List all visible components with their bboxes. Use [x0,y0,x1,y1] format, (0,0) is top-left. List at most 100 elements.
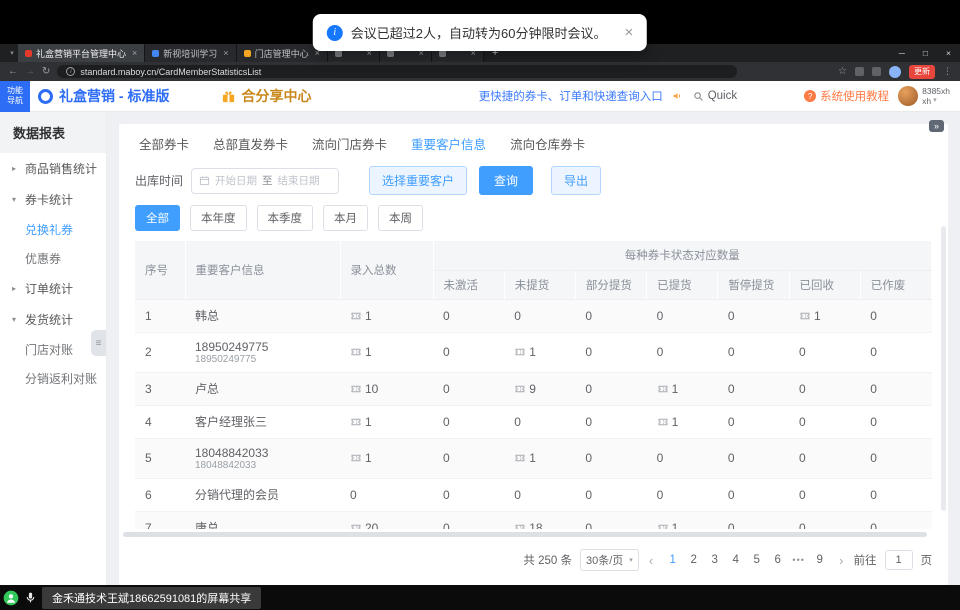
sidebar-item-shipping-stats[interactable]: ▾ 发货统计 [0,304,106,335]
address-input[interactable]: i standard.maboy.cn/CardMemberStatistics… [57,65,737,78]
tab-close-icon[interactable]: × [223,48,228,58]
count-cell[interactable]: 1 [504,332,575,372]
goto-page-input[interactable] [885,550,913,570]
page-number[interactable]: 4 [726,552,745,568]
site-info-icon[interactable]: i [66,67,75,76]
page-number[interactable]: 2 [684,552,703,568]
sidebar-item-distribution-rebate[interactable]: 分销返利对账 [0,364,106,393]
vertical-scrollbar[interactable] [941,226,946,511]
user-menu[interactable]: 8385xh xh ▾ [898,86,950,106]
count-cell[interactable]: 1 [340,299,433,332]
window-minimize-button[interactable]: ─ [890,44,914,62]
count-cell: 0 [504,478,575,511]
coupon-icon [514,383,526,395]
page-ellipsis[interactable]: ••• [789,553,808,567]
content-tab[interactable]: 重要客户信息 [411,134,486,153]
count-cell[interactable]: 1 [647,511,718,529]
sidebar-item-order-stats[interactable]: ▸ 订单统计 [0,273,106,304]
close-icon[interactable]: × [624,24,633,41]
sidebar-item-exchange-coupon[interactable]: 兑换礼券 [0,215,106,244]
sidebar-item-coupon-card-stats[interactable]: ▾ 券卡统计 [0,184,106,215]
export-button[interactable]: 导出 [551,166,601,195]
count-cell[interactable]: 9 [504,372,575,405]
page-number[interactable]: 6 [768,552,787,568]
promo-link[interactable]: 更快捷的券卡、订单和快递查询入口 [479,88,663,104]
brand-logo[interactable]: 礼盒营销 - 标准版 [38,86,169,106]
count-cell: 0 [575,511,646,529]
back-icon[interactable]: ← [8,67,18,77]
count-cell[interactable]: 1 [647,372,718,405]
count-cell[interactable]: 1 [340,405,433,438]
tutorial-link[interactable]: ? 系统使用教程 [804,88,889,104]
end-date-placeholder: 结束日期 [278,173,320,188]
share-center-link[interactable]: 合分享中心 [221,86,311,106]
tab-favicon [152,50,159,57]
page-number[interactable]: 9 [810,552,829,568]
count-cell[interactable]: 1 [647,405,718,438]
tab-search-icon[interactable]: ▾ [6,44,18,62]
content-tab[interactable]: 总部直发券卡 [213,134,288,153]
content-tab[interactable]: 全部券卡 [139,134,189,153]
total-count: 共 250 条 [523,552,572,568]
extension-icon[interactable] [855,67,864,76]
browser-update-button[interactable]: 更新 [909,65,935,79]
count-cell[interactable]: 1 [340,332,433,372]
count-cell[interactable]: 10 [340,372,433,405]
select-important-customer-button[interactable]: 选择重要客户 [369,166,467,195]
page-body: 数据报表 ▸ 商品销售统计 ▾ 券卡统计 兑换礼券 优惠券 ▸ 订单统计 ▾ 发… [0,112,960,585]
quick-filter-button[interactable]: 本月 [323,205,368,231]
count-cell[interactable]: 1 [340,438,433,478]
quick-search[interactable]: Quick [693,90,737,102]
microphone-icon[interactable] [24,591,37,604]
browser-profile-avatar[interactable] [889,66,901,78]
page-number[interactable]: 5 [747,552,766,568]
sidebar-collapse-handle[interactable]: ≡ [91,330,106,356]
browser-menu-icon[interactable]: ⋮ [943,66,952,77]
content-tab[interactable]: 流向仓库券卡 [510,134,585,153]
browser-tab[interactable]: 礼盒营销平台管理中心 × [18,44,145,62]
browser-tab[interactable]: 新视培训学习 × [145,44,236,62]
quick-filter-button[interactable]: 本季度 [257,205,314,231]
count-cell: 0 [789,511,860,529]
forward-icon[interactable]: → [25,67,35,77]
quick-filter-button[interactable]: 本周 [378,205,423,231]
page-number[interactable]: 3 [705,552,724,568]
page-number[interactable]: 1 [663,552,682,568]
sidebar-item-goods-sales-stats[interactable]: ▸ 商品销售统计 [0,153,106,184]
seq-cell: 3 [135,372,185,405]
page-size-select[interactable]: 30条/页 ▾ [580,549,639,571]
prev-page-button[interactable]: ‹ [647,553,655,568]
window-controls: ─ □ × [890,44,960,62]
count-cell[interactable]: 20 [340,511,433,529]
sidebar-item-discount-coupon[interactable]: 优惠券 [0,244,106,273]
username-line1: 8385xh [922,86,950,96]
next-page-button[interactable]: › [837,553,845,568]
coupon-icon [350,416,362,428]
count-cell: 0 [647,438,718,478]
count-cell: 0 [575,438,646,478]
count-cell[interactable]: 18 [504,511,575,529]
collapse-panel-button[interactable]: » [929,120,944,132]
content-tab[interactable]: 流向门店券卡 [312,134,387,153]
horizontal-scrollbar[interactable] [119,531,948,539]
quick-filter-button[interactable]: 本年度 [190,205,247,231]
count-cell: 0 [718,478,789,511]
sidebar-item-label: 商品销售统计 [25,160,97,177]
window-maximize-button[interactable]: □ [914,44,937,62]
window-close-button[interactable]: × [937,44,960,62]
search-button[interactable]: 查询 [479,166,533,195]
scrollbar-thumb[interactable] [123,532,927,537]
quick-filter-button[interactable]: 全部 [135,205,180,231]
count-cell[interactable]: 1 [789,299,860,332]
customer-cell: 1895024977518950249775 [185,332,340,372]
date-range-input[interactable]: 开始日期 至 结束日期 [191,168,339,194]
bookmark-star-icon[interactable]: ☆ [838,67,847,77]
count-cell[interactable]: 1 [504,438,575,478]
info-icon: i [327,25,343,41]
reload-icon[interactable]: ↻ [42,67,50,77]
extension-icon[interactable] [872,67,881,76]
quick-filter-row: 全部本年度本季度本月本周 [135,205,932,231]
function-nav-toggle[interactable]: 功能 导航 [0,81,30,112]
tab-close-icon[interactable]: × [132,48,137,58]
pagination: 共 250 条 30条/页 ▾ ‹ 123456•••9 › 前往 页 [135,549,932,571]
